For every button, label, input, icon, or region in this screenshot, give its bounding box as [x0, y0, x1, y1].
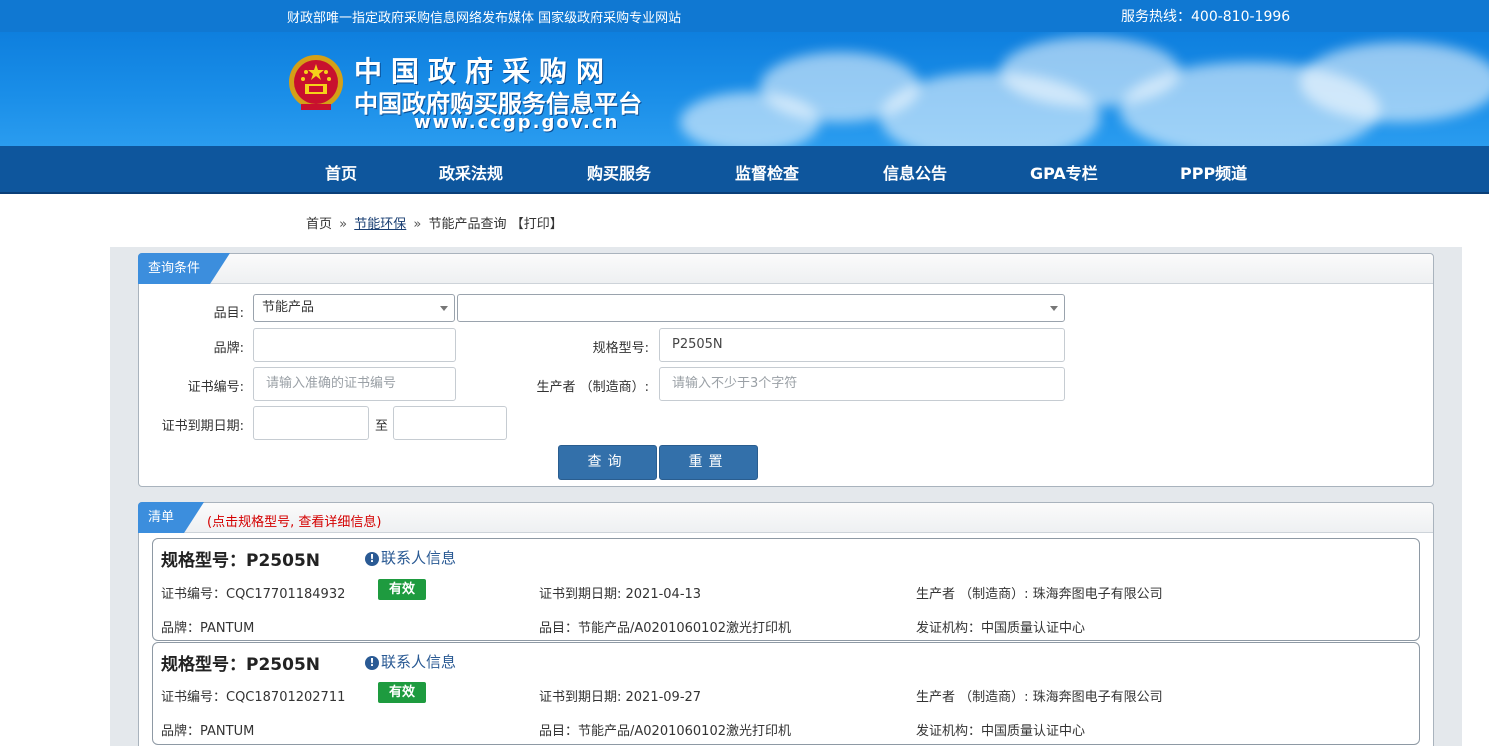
- cert-number-input[interactable]: 请输入准确的证书编号: [253, 367, 456, 401]
- result-card: 规格型号：P2505N ! 联系人信息 证书编号：CQC17701184932 有…: [152, 538, 1420, 641]
- result-manufacturer: 生产者 （制造商）: 珠海奔图电子有限公司: [916, 587, 1163, 602]
- contact-info-link[interactable]: ! 联系人信息: [365, 651, 456, 672]
- breadcrumb-current: 节能产品查询: [428, 217, 507, 232]
- result-cert-number: 证书编号：CQC18701202711: [161, 690, 346, 705]
- breadcrumb: 首页 » 节能环保 » 节能产品查询 【打印】: [306, 213, 563, 232]
- model-input[interactable]: P2505N: [659, 328, 1065, 362]
- result-brand: 品牌：PANTUM: [161, 621, 255, 636]
- main-nav: 首页 政采法规 购买服务 监督检查 信息公告 GPA专栏 PPP频道: [0, 146, 1489, 194]
- query-panel-title: 查询条件: [138, 253, 230, 284]
- cloud-decoration: [1300, 42, 1489, 122]
- brand-input[interactable]: [253, 328, 456, 362]
- info-icon: !: [365, 552, 379, 566]
- site-banner: 中国政府采购网 中国政府购买服务信息平台 www.ccgp.gov.cn: [0, 32, 1489, 146]
- manufacturer-input[interactable]: 请输入不少于3个字符: [659, 367, 1065, 401]
- status-badge: 有效: [378, 579, 426, 600]
- result-model-link[interactable]: 规格型号：P2505N: [161, 650, 320, 675]
- status-badge: 有效: [378, 682, 426, 703]
- nav-gpa[interactable]: GPA专栏: [1030, 160, 1098, 184]
- category-select-value: 节能产品: [262, 300, 315, 315]
- nav-supervision[interactable]: 监督检查: [735, 160, 799, 184]
- service-hotline: 服务热线：400-810-1996: [1121, 9, 1291, 25]
- result-cert-number: 证书编号：CQC17701184932: [161, 587, 346, 602]
- expiry-date-from-input[interactable]: [253, 406, 369, 440]
- result-issuer: 发证机构：中国质量认证中心: [916, 621, 1086, 636]
- nav-regulations[interactable]: 政采法规: [439, 160, 503, 184]
- category-label: 品目:: [213, 306, 244, 321]
- expiry-date-label: 证书到期日期:: [161, 419, 244, 434]
- breadcrumb-energy-saving[interactable]: 节能环保: [354, 217, 406, 232]
- result-category: 品目：节能产品/A0201060102激光打印机: [539, 621, 791, 636]
- category-select[interactable]: 节能产品: [253, 294, 455, 322]
- national-emblem-icon: [289, 55, 343, 110]
- search-button[interactable]: 查询: [558, 445, 657, 480]
- result-model-link[interactable]: 规格型号：P2505N: [161, 546, 320, 571]
- nav-home[interactable]: 首页: [325, 160, 357, 184]
- nav-ppp[interactable]: PPP频道: [1180, 160, 1247, 184]
- nav-announcements[interactable]: 信息公告: [883, 160, 947, 184]
- top-strip: 财政部唯一指定政府采购信息网络发布媒体 国家级政府采购专业网站 服务热线：400…: [0, 0, 1489, 32]
- breadcrumb-separator: »: [413, 217, 422, 232]
- model-label: 规格型号:: [592, 341, 649, 356]
- site-url: www.ccgp.gov.cn: [414, 112, 620, 133]
- nav-purchase-services[interactable]: 购买服务: [587, 160, 651, 184]
- cert-number-label: 证书编号:: [187, 380, 244, 395]
- manufacturer-label: 生产者 （制造商）:: [536, 380, 649, 395]
- result-expiry-date: 证书到期日期: 2021-04-13: [539, 587, 702, 602]
- breadcrumb-separator: »: [339, 217, 348, 232]
- results-panel-title: 清单: [138, 502, 204, 533]
- chevron-down-icon: [1050, 306, 1058, 311]
- result-issuer: 发证机构：中国质量认证中心: [916, 724, 1086, 739]
- breadcrumb-home[interactable]: 首页: [306, 217, 332, 232]
- contact-info-label: 联系人信息: [381, 653, 457, 671]
- results-panel-header: 清单 (点击规格型号, 查看详细信息): [139, 503, 1433, 533]
- expiry-date-to-input[interactable]: [393, 406, 507, 440]
- print-link[interactable]: 【打印】: [511, 217, 563, 232]
- cloud-decoration: [680, 92, 820, 146]
- info-icon: !: [365, 656, 379, 670]
- result-card: 规格型号：P2505N ! 联系人信息 证书编号：CQC18701202711 有…: [152, 642, 1420, 745]
- result-expiry-date: 证书到期日期: 2021-09-27: [539, 690, 702, 705]
- brand-label: 品牌:: [213, 341, 244, 356]
- results-hint: (点击规格型号, 查看详细信息): [207, 515, 382, 530]
- query-panel-header: 查询条件: [139, 254, 1433, 284]
- contact-info-link[interactable]: ! 联系人信息: [365, 547, 456, 568]
- subcategory-select[interactable]: [457, 294, 1065, 322]
- reset-button[interactable]: 重置: [659, 445, 758, 480]
- result-brand: 品牌：PANTUM: [161, 724, 255, 739]
- contact-info-label: 联系人信息: [381, 549, 457, 567]
- result-manufacturer: 生产者 （制造商）: 珠海奔图电子有限公司: [916, 690, 1163, 705]
- result-category: 品目：节能产品/A0201060102激光打印机: [539, 724, 791, 739]
- expiry-date-to-label: 至: [374, 419, 388, 434]
- chevron-down-icon: [440, 306, 448, 311]
- site-slogan: 财政部唯一指定政府采购信息网络发布媒体 国家级政府采购专业网站: [287, 11, 682, 26]
